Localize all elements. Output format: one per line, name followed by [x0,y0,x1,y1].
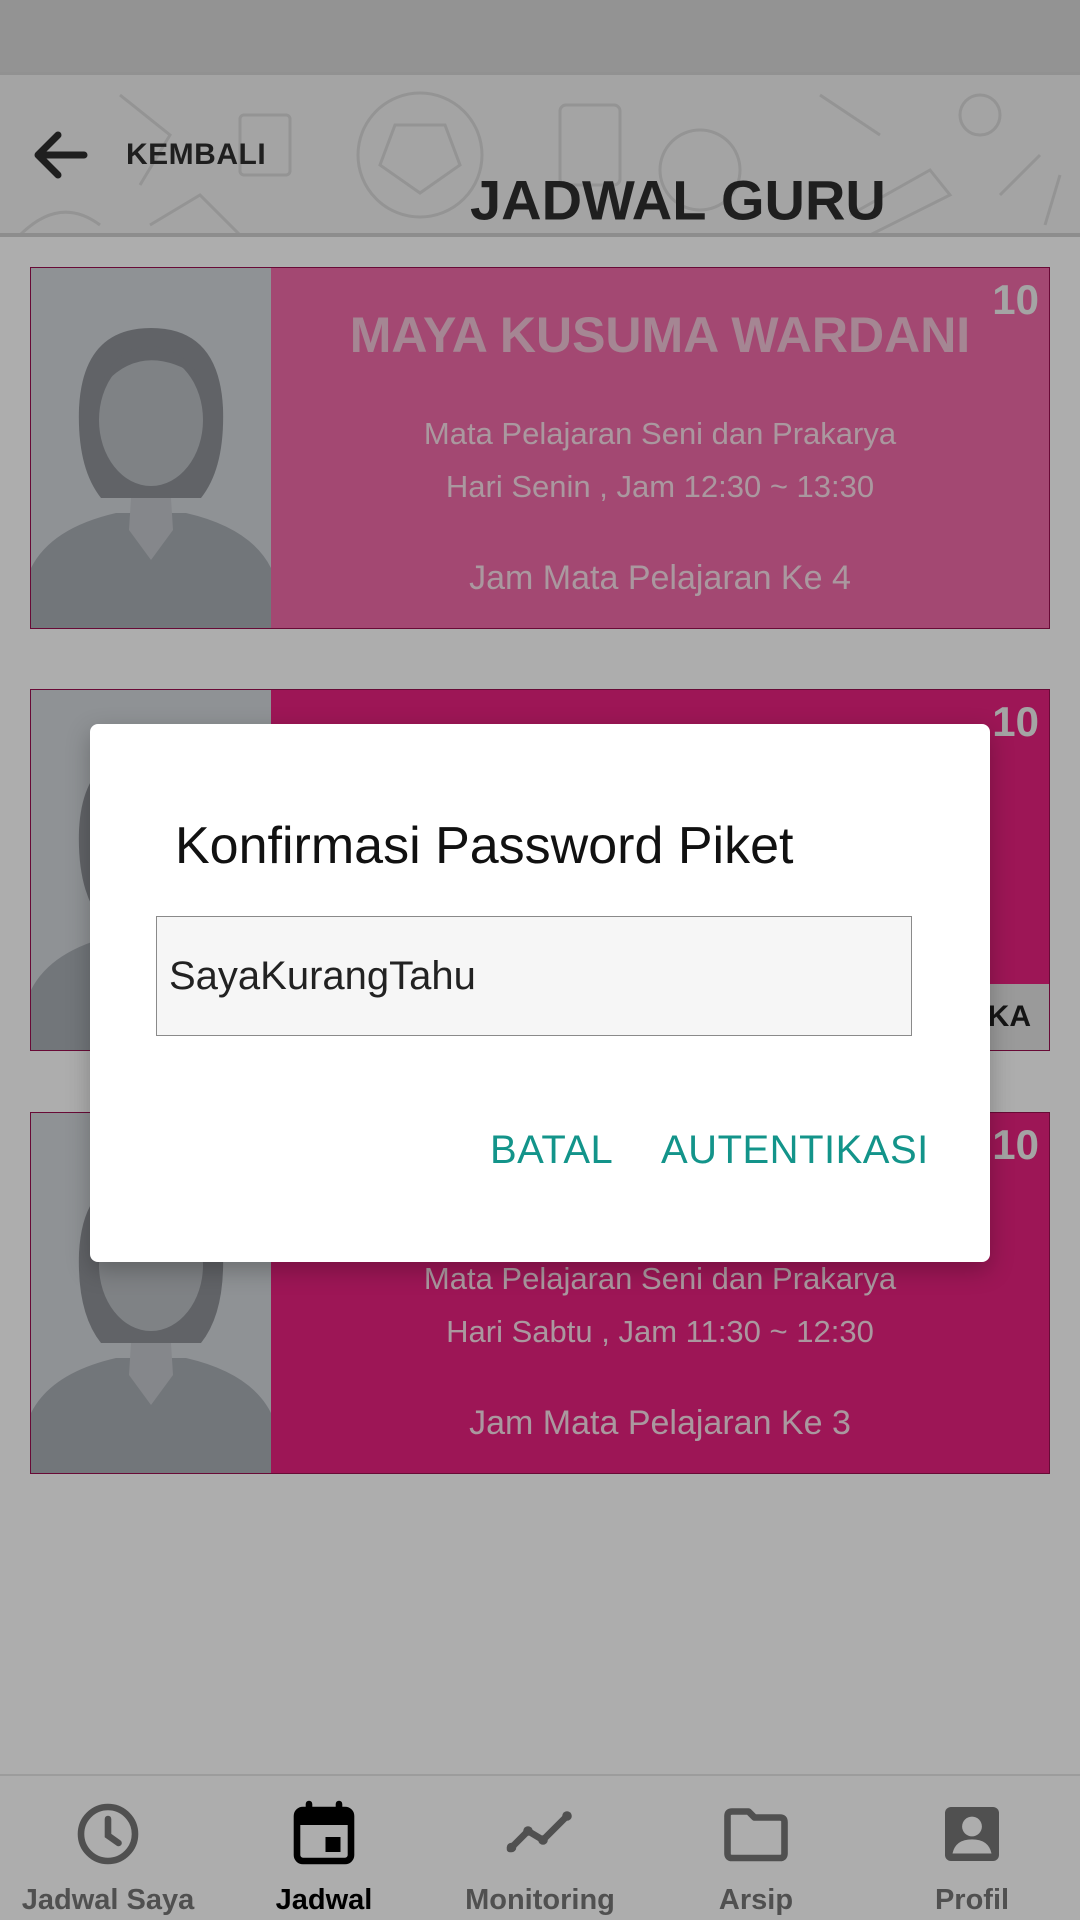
cancel-button[interactable]: BATAL [490,1128,613,1173]
password-dialog: Konfirmasi Password Piket BATAL AUTENTIK… [90,724,990,1262]
page-title: JADWAL GURU [470,168,886,232]
password-input[interactable] [156,916,912,1036]
dialog-title: Konfirmasi Password Piket [175,817,794,875]
back-button[interactable]: KEMBALI [28,115,266,195]
authenticate-button[interactable]: AUTENTIKASI [661,1128,929,1173]
back-label: KEMBALI [126,138,267,171]
arrow-back-icon [34,131,88,179]
